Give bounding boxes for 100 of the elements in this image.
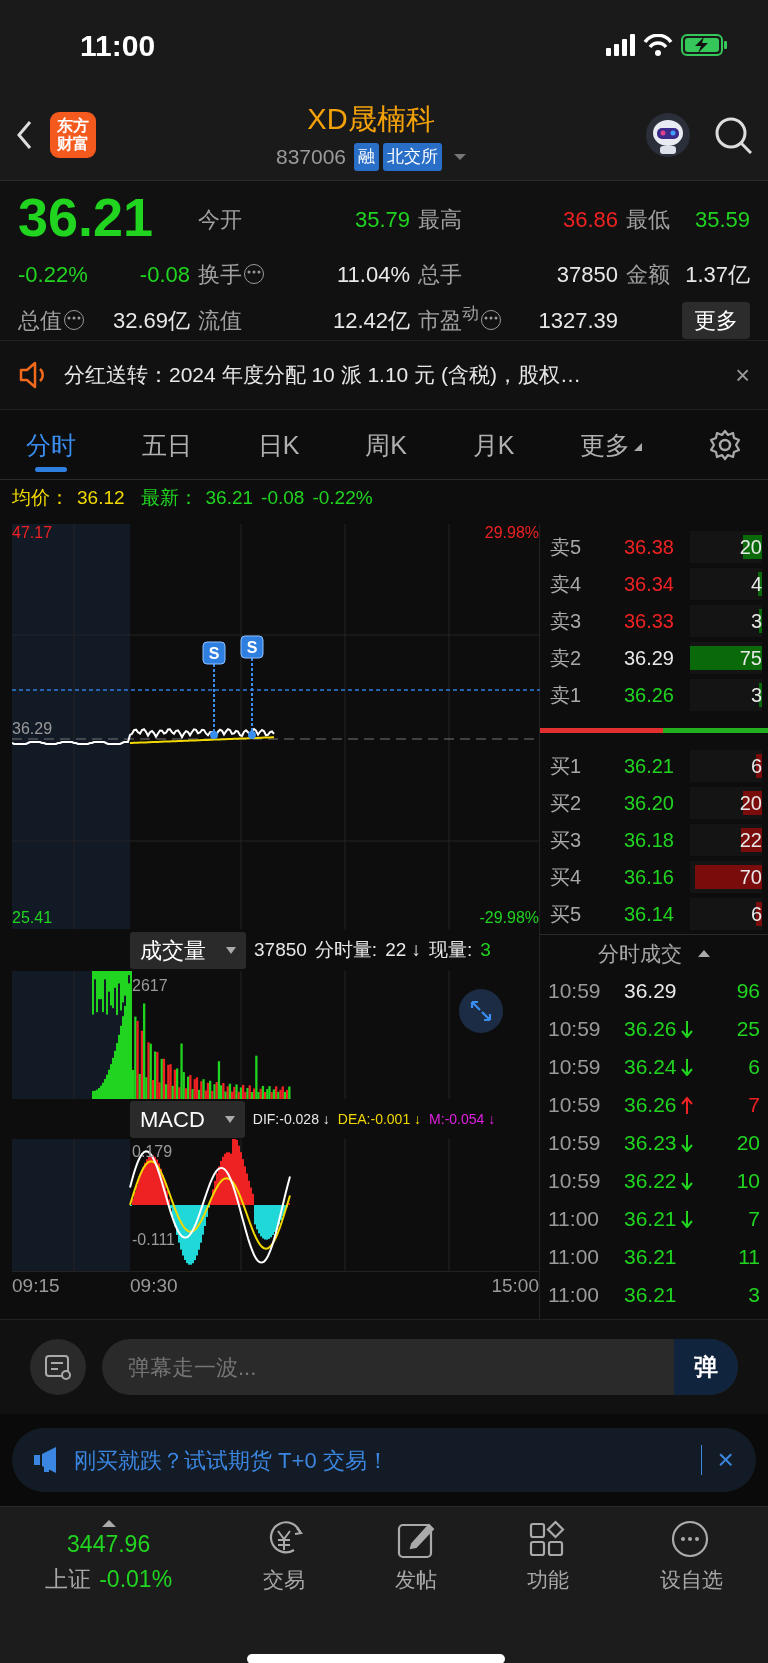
trade-volume: 7 xyxy=(747,1092,760,1119)
arrow-down-icon xyxy=(680,1020,693,1038)
stat-value: 35.59 xyxy=(694,205,750,234)
volume-total: 37850 xyxy=(254,937,307,962)
caret-icon xyxy=(454,153,467,160)
expand-button[interactable] xyxy=(459,989,503,1033)
indicator-selector[interactable]: MACD xyxy=(130,1100,245,1138)
nav-button[interactable]: 功能 xyxy=(521,1519,576,1597)
arrow-down-icon xyxy=(680,1134,693,1152)
trade-volume: 20 xyxy=(735,1130,760,1157)
macd-negative-bars xyxy=(254,1205,288,1240)
send-danmu-button[interactable]: 弹 xyxy=(674,1339,738,1395)
change-amount: -0.08 xyxy=(139,260,190,289)
order-price: 36.20 xyxy=(622,790,674,816)
trade-time: 10:59 xyxy=(548,1054,602,1081)
chart-tab[interactable]: 五日 xyxy=(141,416,192,473)
order-volume: 75 xyxy=(739,645,762,671)
order-level-label: 买5 xyxy=(550,901,583,927)
order-price: 36.21 xyxy=(622,753,674,779)
trade-price: 36.21 xyxy=(624,1244,677,1271)
trade-price: 36.21 xyxy=(624,1206,677,1233)
order-volume: 20 xyxy=(739,534,762,560)
macd-value: M:-0.054 ↓ xyxy=(429,1109,496,1129)
back-button[interactable] xyxy=(16,120,34,150)
index-ticker[interactable]: 3447.96 上证 -0.01% xyxy=(39,1519,179,1597)
trade-volume: 96 xyxy=(735,978,760,1005)
index-value: 3447.96 xyxy=(67,1530,151,1559)
index-change: -0.01% xyxy=(99,1564,173,1594)
trade-price: 36.26 xyxy=(624,1016,677,1043)
dropdown-icon xyxy=(224,1115,235,1123)
stat-value: 12.42亿 xyxy=(332,306,410,335)
trade-volume: 7 xyxy=(747,1206,760,1233)
megaphone-icon xyxy=(34,1446,58,1474)
trade-time: 10:59 xyxy=(548,1130,602,1157)
more-button[interactable]: 更多 xyxy=(682,301,750,339)
chart-tab[interactable]: 更多 xyxy=(580,416,643,473)
stat-value: 1327.39 xyxy=(538,306,618,335)
last-price: 36.21 xyxy=(18,187,155,249)
stat-label: 流值 xyxy=(198,306,242,335)
stock-name: XD晟楠科 xyxy=(307,101,435,137)
chart-tab[interactable]: 分时 xyxy=(26,416,76,473)
wifi-icon xyxy=(643,34,673,56)
order-price: 36.14 xyxy=(622,901,674,927)
expand-icon xyxy=(468,998,494,1024)
stat-label: 最低 xyxy=(626,205,670,234)
promo-banner[interactable]: 刚买就跌？试试期货 T+0 交易！ × xyxy=(12,1428,756,1492)
volume-label: 分时量: xyxy=(314,937,378,962)
order-volume: 6 xyxy=(750,901,762,927)
trade-time: 10:59 xyxy=(548,1016,602,1043)
settings-icon xyxy=(707,427,742,462)
axis-label: 2617 xyxy=(132,977,168,995)
time-axis-label: 15:00 xyxy=(491,1274,539,1299)
latest-change: -0.08 xyxy=(261,485,305,510)
trade-price: 36.21 xyxy=(624,1282,677,1309)
arrow-down-icon xyxy=(680,1058,693,1076)
stat-value: 37850 xyxy=(556,260,618,289)
axis-label: -29.98% xyxy=(479,909,539,927)
close-button[interactable]: × xyxy=(717,1438,734,1482)
search-button[interactable] xyxy=(714,116,752,154)
trade-time: 10:59 xyxy=(548,978,602,1005)
trade-price: 36.29 xyxy=(624,978,677,1005)
order-price: 36.18 xyxy=(622,827,674,853)
settings-button[interactable] xyxy=(707,427,742,462)
chart-tab[interactable]: 周K xyxy=(365,416,407,473)
change-percent: -0.22% xyxy=(18,260,88,289)
market-tag: 融 xyxy=(354,143,380,171)
time-axis-label: 09:15 xyxy=(12,1274,61,1299)
order-level-label: 卖4 xyxy=(550,571,583,597)
order-level-label: 卖5 xyxy=(550,534,583,560)
app-logo: 东方财富 xyxy=(50,112,96,158)
close-button[interactable]: × xyxy=(735,355,750,395)
nav-button[interactable]: 设自选 xyxy=(653,1519,729,1597)
chart-tab[interactable]: 月K xyxy=(472,416,515,473)
stat-value: 36.86 xyxy=(562,205,618,234)
expand-up-icon xyxy=(101,1520,116,1527)
trade-price: 36.26 xyxy=(624,1092,677,1119)
latest-price: 36.21 xyxy=(205,485,254,510)
order-volume: 70 xyxy=(739,864,762,890)
trade-time: 11:00 xyxy=(548,1282,600,1309)
chart-tab[interactable]: 日K xyxy=(257,416,300,473)
current-volume: 3 xyxy=(480,937,491,962)
danmu-icon xyxy=(44,1353,72,1381)
nav-button[interactable]: 发帖 xyxy=(388,1519,443,1597)
order-volume: 6 xyxy=(750,753,762,779)
order-price: 36.38 xyxy=(622,534,674,560)
indicator-selector[interactable]: 成交量 xyxy=(130,931,246,969)
order-volume: 3 xyxy=(750,608,762,634)
time-axis-label: 09:30 xyxy=(130,1274,178,1299)
nav-button[interactable]: 交易 xyxy=(256,1519,311,1597)
search-icon xyxy=(714,116,752,154)
axis-label: -0.111 xyxy=(132,1231,175,1249)
order-level-label: 买4 xyxy=(550,864,583,890)
danmu-settings-button[interactable] xyxy=(30,1339,86,1395)
trade-volume: 3 xyxy=(747,1282,760,1309)
danmu-input[interactable]: 弹幕走一波... 弹 xyxy=(102,1339,738,1395)
trades-title: 分时成交 xyxy=(598,940,682,967)
order-volume: 20 xyxy=(739,790,762,816)
volume-value: 22 ↓ xyxy=(385,937,422,962)
trade-price: 36.22 xyxy=(624,1168,677,1195)
order-level-label: 买2 xyxy=(550,790,583,816)
